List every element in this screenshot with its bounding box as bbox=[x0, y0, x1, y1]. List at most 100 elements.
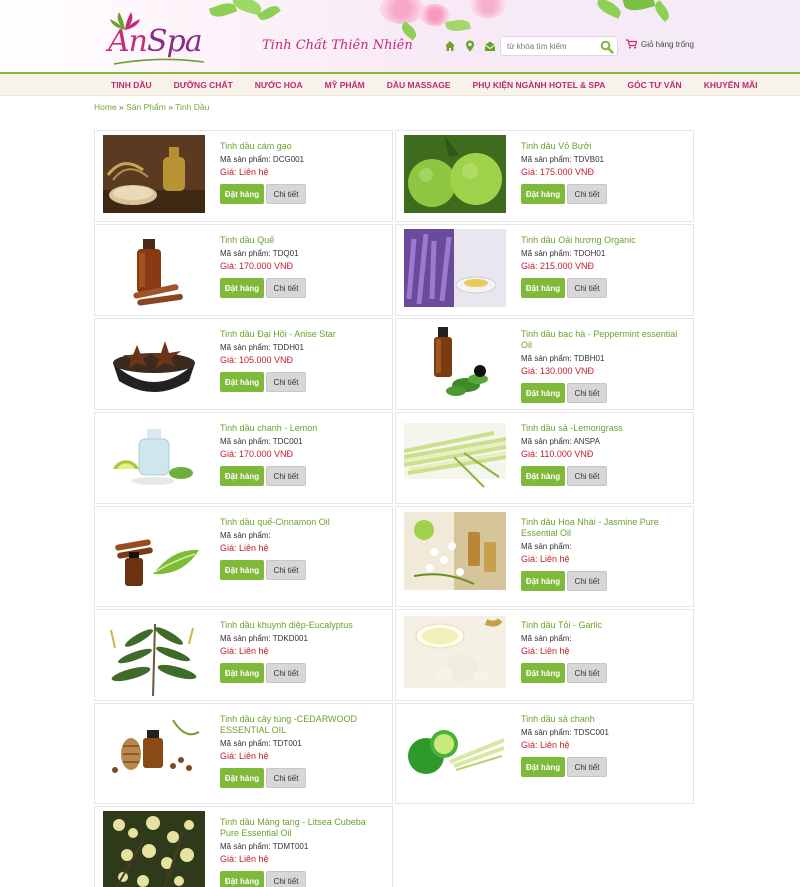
product-image-lemongrass[interactable] bbox=[404, 417, 506, 495]
product-info: Tinh dầu Quế Mã sản phẩm: TDQ01 Giá: 170… bbox=[220, 235, 385, 298]
order-button[interactable]: Đặt hàng bbox=[220, 560, 264, 580]
product-name[interactable]: Tinh dầu Hoa Nhài - Jasmine Pure Essenti… bbox=[521, 517, 686, 539]
product-image-pomelo[interactable] bbox=[404, 135, 506, 213]
detail-button[interactable]: Chi tiết bbox=[567, 663, 607, 683]
product-card: Tinh dầu chanh - Lemon Mã sản phẩm: TDC0… bbox=[94, 412, 393, 504]
nav-item-khuyen-mai[interactable]: KHUYẾN MÃI bbox=[704, 80, 758, 90]
product-sku: Mã sản phẩm: DCG001 bbox=[220, 155, 305, 164]
order-button[interactable]: Đặt hàng bbox=[220, 372, 264, 392]
order-button[interactable]: Đặt hàng bbox=[521, 466, 565, 486]
product-name[interactable]: Tinh dầu cám gạo bbox=[220, 141, 385, 152]
product-name[interactable]: Tinh dầu sả -Lemongrass bbox=[521, 423, 686, 434]
nav-item-nuoc-hoa[interactable]: NƯỚC HOA bbox=[255, 80, 303, 90]
product-name[interactable]: Tinh dầu chanh - Lemon bbox=[220, 423, 385, 434]
order-button[interactable]: Đặt hàng bbox=[220, 871, 264, 887]
nav-item-goc-tu-van[interactable]: GÓC TƯ VẤN bbox=[627, 80, 681, 90]
detail-button[interactable]: Chi tiết bbox=[567, 466, 607, 486]
order-button[interactable]: Đặt hàng bbox=[521, 663, 565, 683]
product-name[interactable]: Tinh dầu khuynh diệp-Eucalyptus bbox=[220, 620, 385, 631]
product-card: Tinh dầu Oải hương Organic Mã sản phẩm: … bbox=[395, 224, 694, 316]
product-image-litsea[interactable] bbox=[103, 811, 205, 887]
product-name[interactable]: Tinh dầu bạc hà - Peppermint essential O… bbox=[521, 329, 686, 351]
product-image-garlic[interactable] bbox=[404, 616, 506, 688]
location-icon[interactable] bbox=[464, 40, 476, 52]
product-image-star-anise[interactable] bbox=[103, 323, 205, 401]
leaf-decoration bbox=[651, 0, 673, 22]
product-image-lime-lemongrass[interactable] bbox=[404, 722, 506, 782]
detail-button[interactable]: Chi tiết bbox=[567, 278, 607, 298]
detail-button[interactable]: Chi tiết bbox=[266, 372, 306, 392]
breadcrumb-current[interactable]: Tinh Dầu bbox=[175, 102, 209, 112]
order-button[interactable]: Đặt hàng bbox=[220, 466, 264, 486]
product-name[interactable]: Tinh dầu cây tùng -CEDARWOOD ESSENTIAL O… bbox=[220, 714, 385, 736]
cart-icon bbox=[626, 39, 637, 49]
product-name[interactable]: Tinh dầu Đại Hồi - Anise Star bbox=[220, 329, 385, 340]
product-sku: Mã sản phẩm: TDC001 bbox=[220, 437, 303, 446]
leaf-decoration bbox=[445, 17, 471, 34]
product-info: Tinh dầu sả chanh Mã sản phẩm: TDSC001 G… bbox=[521, 714, 686, 777]
home-icon[interactable] bbox=[444, 40, 456, 52]
detail-button[interactable]: Chi tiết bbox=[567, 757, 607, 777]
product-image-cedarwood[interactable] bbox=[103, 710, 205, 782]
detail-button[interactable]: Chi tiết bbox=[266, 278, 306, 298]
product-sku: Mã sản phẩm: TDSC001 bbox=[521, 728, 609, 737]
detail-button[interactable]: Chi tiết bbox=[266, 663, 306, 683]
mail-icon[interactable] bbox=[484, 40, 496, 52]
product-sku: Mã sản phẩm: TDKD001 bbox=[220, 634, 308, 643]
breadcrumb-separator: » bbox=[165, 102, 176, 112]
product-info: Tinh dầu Oải hương Organic Mã sản phẩm: … bbox=[521, 235, 686, 298]
detail-button[interactable]: Chi tiết bbox=[266, 768, 306, 788]
order-button[interactable]: Đặt hàng bbox=[220, 663, 264, 683]
product-name[interactable]: Tinh dầu Vỏ Bưởi bbox=[521, 141, 686, 152]
product-info: Tinh dầu chanh - Lemon Mã sản phẩm: TDC0… bbox=[220, 423, 385, 486]
product-image-lemon[interactable] bbox=[103, 417, 205, 495]
search-icon[interactable] bbox=[600, 40, 614, 54]
nav-item-tinh-dau[interactable]: TINH DẦU bbox=[111, 80, 152, 90]
product-image-peppermint[interactable] bbox=[404, 323, 506, 401]
product-sku: Mã sản phẩm: TDQ01 bbox=[220, 249, 299, 258]
product-name[interactable]: Tinh dầu Tỏi - Garlic bbox=[521, 620, 686, 631]
order-button[interactable]: Đặt hàng bbox=[521, 184, 565, 204]
product-name[interactable]: Tinh dầu Oải hương Organic bbox=[521, 235, 686, 246]
product-image-cinnamon-bottle[interactable] bbox=[103, 229, 205, 307]
detail-button[interactable]: Chi tiết bbox=[266, 184, 306, 204]
product-name[interactable]: Tinh dầu sả chanh bbox=[521, 714, 686, 725]
main-nav: TINH DẦU DƯỠNG CHẤT NƯỚC HOA MỸ PHẨM DẦU… bbox=[0, 72, 800, 96]
product-info: Tinh dầu Tỏi - Garlic Mã sản phẩm: Giá: … bbox=[521, 620, 686, 683]
product-image-jasmine[interactable] bbox=[404, 512, 506, 590]
detail-button[interactable]: Chi tiết bbox=[567, 383, 607, 403]
breadcrumb-home[interactable]: Home bbox=[94, 102, 117, 112]
detail-button[interactable]: Chi tiết bbox=[266, 466, 306, 486]
product-name[interactable]: Tinh dầu quế-Cinnamon Oil bbox=[220, 517, 385, 528]
product-name[interactable]: Tinh dầu Quế bbox=[220, 235, 385, 246]
breadcrumb-products[interactable]: Sản Phẩm bbox=[126, 102, 166, 112]
order-button[interactable]: Đặt hàng bbox=[220, 278, 264, 298]
order-button[interactable]: Đặt hàng bbox=[220, 768, 264, 788]
order-button[interactable]: Đặt hàng bbox=[521, 278, 565, 298]
order-button[interactable]: Đặt hàng bbox=[521, 383, 565, 403]
product-image-rice-bran-oil[interactable] bbox=[103, 135, 205, 213]
cart-link[interactable]: Giỏ hàng trống bbox=[626, 39, 694, 49]
detail-button[interactable]: Chi tiết bbox=[266, 871, 306, 887]
product-price: Giá: 215.000 VNĐ bbox=[521, 261, 595, 271]
product-name[interactable]: Tinh dầu Màng tang - Litsea Cubeba Pure … bbox=[220, 817, 385, 839]
product-card: Tinh dầu cây tùng -CEDARWOOD ESSENTIAL O… bbox=[94, 703, 393, 804]
nav-item-duong-chat[interactable]: DƯỠNG CHẤT bbox=[174, 80, 233, 90]
detail-button[interactable]: Chi tiết bbox=[567, 571, 607, 591]
product-image-eucalyptus[interactable] bbox=[103, 614, 205, 696]
nav-item-my-pham[interactable]: MỸ PHẨM bbox=[325, 80, 365, 90]
logo[interactable]: AnSpa bbox=[108, 10, 208, 65]
product-image-lavender[interactable] bbox=[404, 229, 506, 307]
detail-button[interactable]: Chi tiết bbox=[567, 184, 607, 204]
order-button[interactable]: Đặt hàng bbox=[220, 184, 264, 204]
product-image-cinnamon-oil[interactable] bbox=[103, 516, 205, 594]
nav-item-phu-kien[interactable]: PHỤ KIỆN NGÀNH HOTEL & SPA bbox=[473, 80, 606, 90]
order-button[interactable]: Đặt hàng bbox=[521, 571, 565, 591]
search-input[interactable] bbox=[501, 37, 597, 55]
detail-button[interactable]: Chi tiết bbox=[266, 560, 306, 580]
nav-item-dau-massage[interactable]: DẦU MASSAGE bbox=[387, 80, 451, 90]
order-button[interactable]: Đặt hàng bbox=[521, 757, 565, 777]
product-sku: Mã sản phẩm: TDDH01 bbox=[220, 343, 304, 352]
product-info: Tinh dầu cám gạo Mã sản phẩm: DCG001 Giá… bbox=[220, 141, 385, 204]
product-card: Tinh dầu quế-Cinnamon Oil Mã sản phẩm: G… bbox=[94, 506, 393, 607]
